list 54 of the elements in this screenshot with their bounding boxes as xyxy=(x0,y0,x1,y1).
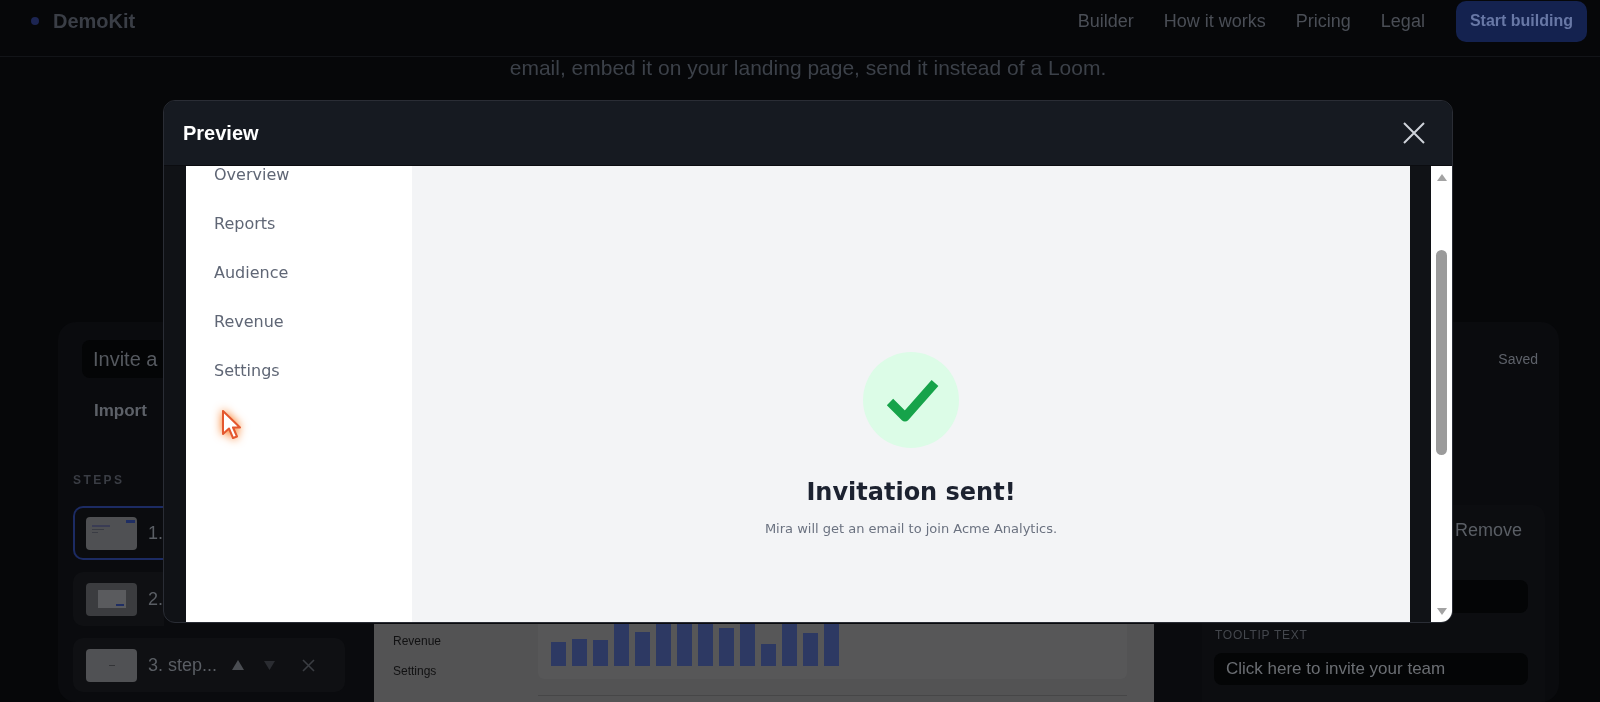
step-item[interactable]: 3. step... xyxy=(73,638,345,692)
chart-bar xyxy=(782,624,797,666)
scroll-up-icon[interactable] xyxy=(1436,174,1447,181)
chart-bar xyxy=(635,632,650,666)
save-status: Saved xyxy=(1498,349,1538,369)
preview-sidebar-label: Revenue xyxy=(393,634,442,649)
import-button[interactable]: Import xyxy=(82,393,159,429)
tooltip-label: TOOLTIP TEXT xyxy=(1215,628,1308,642)
chart-bar xyxy=(761,644,776,666)
success-title: Invitation sent! xyxy=(806,477,1016,507)
move-up-icon[interactable] xyxy=(232,660,245,670)
chart-bar xyxy=(656,624,671,666)
sidebar-link[interactable]: Settings xyxy=(214,362,280,380)
nav-link[interactable]: Pricing xyxy=(1295,7,1351,35)
check-circle-icon xyxy=(863,352,959,448)
cursor-icon xyxy=(221,409,242,440)
chart-bar xyxy=(698,624,713,666)
chart-bar xyxy=(824,624,839,666)
preview-sidebar-label: Settings xyxy=(393,664,437,679)
hero-subtitle: email, embed it on your landing page, send it instead of a Loom. xyxy=(509,57,1107,79)
thumbnail-drawing xyxy=(86,516,137,550)
scroll-thumb[interactable] xyxy=(1436,250,1447,455)
thumbnail-drawing xyxy=(86,648,137,682)
sidebar-link[interactable]: Audience xyxy=(214,264,289,282)
chart-bar xyxy=(551,642,566,666)
close-button[interactable] xyxy=(1403,122,1425,144)
scroll-down-icon[interactable] xyxy=(1436,608,1447,615)
step-item[interactable]: 1. xyxy=(73,506,164,560)
success-message: Mira will get an email to join Acme Analytics. xyxy=(764,520,1058,538)
remove-button[interactable]: Remove xyxy=(1455,519,1523,541)
sidebar-link[interactable]: Reports xyxy=(214,215,276,233)
start-building-button[interactable]: Start building xyxy=(1455,0,1587,42)
chart-bar xyxy=(740,624,755,666)
chart-bar xyxy=(803,633,818,666)
chart-bar xyxy=(572,639,587,666)
nav-link[interactable]: Legal xyxy=(1380,7,1425,35)
chart-bar xyxy=(614,624,629,666)
step-item[interactable]: 2. xyxy=(73,572,164,626)
close-icon xyxy=(1403,122,1425,144)
title-input[interactable]: Invite a xyxy=(82,340,164,378)
move-down-icon[interactable] xyxy=(264,660,276,670)
input-field[interactable] xyxy=(1453,580,1528,613)
thumbnail-drawing xyxy=(86,582,137,616)
sidebar-link[interactable]: Revenue xyxy=(214,313,284,331)
sidebar-link[interactable]: Overview xyxy=(214,166,290,184)
nav-link[interactable]: How it works xyxy=(1163,7,1266,35)
chart-bar xyxy=(677,624,692,666)
chart-bar xyxy=(719,628,734,666)
logo-text[interactable]: DemoKit xyxy=(53,6,136,36)
chart-bar xyxy=(593,640,608,666)
nav-link[interactable]: Builder xyxy=(1077,7,1134,35)
modal-title: Preview xyxy=(183,121,259,146)
tooltip-text-field[interactable]: Click here to invite your team xyxy=(1214,653,1528,685)
close-icon[interactable] xyxy=(302,658,316,672)
